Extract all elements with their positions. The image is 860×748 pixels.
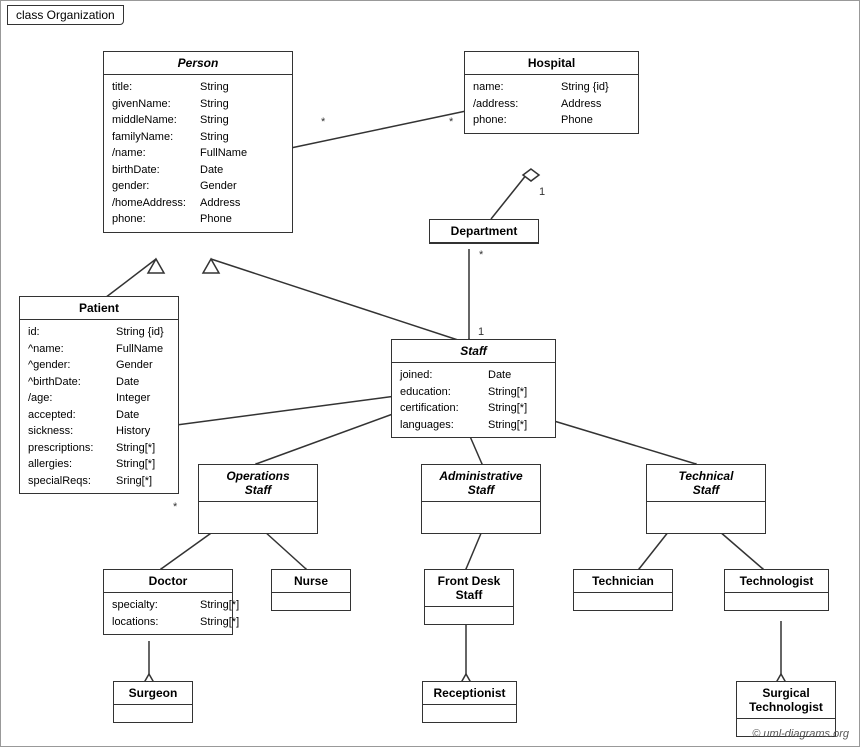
- technologist-class-name: Technologist: [725, 570, 828, 593]
- technologist-class: Technologist: [724, 569, 829, 611]
- nurse-class: Nurse: [271, 569, 351, 611]
- department-class: Department: [429, 219, 539, 244]
- diagram-container: class Organization: [0, 0, 860, 747]
- staff-class: Staff joined:Date education:String[*] ce…: [391, 339, 556, 438]
- staff-class-attrs: joined:Date education:String[*] certific…: [392, 363, 555, 437]
- surgical-technologist-class-name: Surgical Technologist: [737, 682, 835, 719]
- multiplicity-hospital-dept: 1: [539, 186, 545, 198]
- patient-class-name: Patient: [20, 297, 178, 320]
- doctor-class: Doctor specialty:String[*] locations:Str…: [103, 569, 233, 635]
- operations-staff-class-name: Operations Staff: [199, 465, 317, 502]
- patient-class-attrs: id:String {id} ^name:FullName ^gender:Ge…: [20, 320, 178, 493]
- receptionist-class: Receptionist: [422, 681, 517, 723]
- department-class-name: Department: [430, 220, 538, 243]
- receptionist-class-name: Receptionist: [423, 682, 516, 705]
- diagram-title: class Organization: [7, 5, 124, 25]
- hospital-class-attrs: name:String {id} /address:Address phone:…: [465, 75, 638, 133]
- surgeon-class: Surgeon: [113, 681, 193, 723]
- doctor-class-name: Doctor: [104, 570, 232, 593]
- multiplicity-dept-multi: *: [479, 249, 483, 261]
- person-class: Person title:String givenName:String mid…: [103, 51, 293, 233]
- multiplicity-opstaff: *: [173, 501, 177, 513]
- nurse-class-name: Nurse: [272, 570, 350, 593]
- administrative-staff-class: Administrative Staff: [421, 464, 541, 534]
- copyright: © uml-diagrams.org: [752, 728, 849, 740]
- technician-class: Technician: [573, 569, 673, 611]
- technician-class-name: Technician: [574, 570, 672, 593]
- person-class-attrs: title:String givenName:String middleName…: [104, 75, 292, 232]
- doctor-class-attrs: specialty:String[*] locations:String[*]: [104, 593, 232, 634]
- technical-staff-class-name: Technical Staff: [647, 465, 765, 502]
- surgeon-class-name: Surgeon: [114, 682, 192, 705]
- patient-class: Patient id:String {id} ^name:FullName ^g…: [19, 296, 179, 494]
- hospital-class-name: Hospital: [465, 52, 638, 75]
- operations-staff-class: Operations Staff: [198, 464, 318, 534]
- technical-staff-class: Technical Staff: [646, 464, 766, 534]
- staff-class-name: Staff: [392, 340, 555, 363]
- front-desk-staff-class: Front Desk Staff: [424, 569, 514, 625]
- multiplicity-person-hospital: *: [321, 116, 325, 128]
- multiplicity-dept-staff: 1: [478, 326, 484, 338]
- front-desk-staff-class-name: Front Desk Staff: [425, 570, 513, 607]
- person-class-name: Person: [104, 52, 292, 75]
- administrative-staff-class-name: Administrative Staff: [422, 465, 540, 502]
- hospital-class: Hospital name:String {id} /address:Addre…: [464, 51, 639, 134]
- multiplicity-hospital-person: *: [449, 116, 453, 128]
